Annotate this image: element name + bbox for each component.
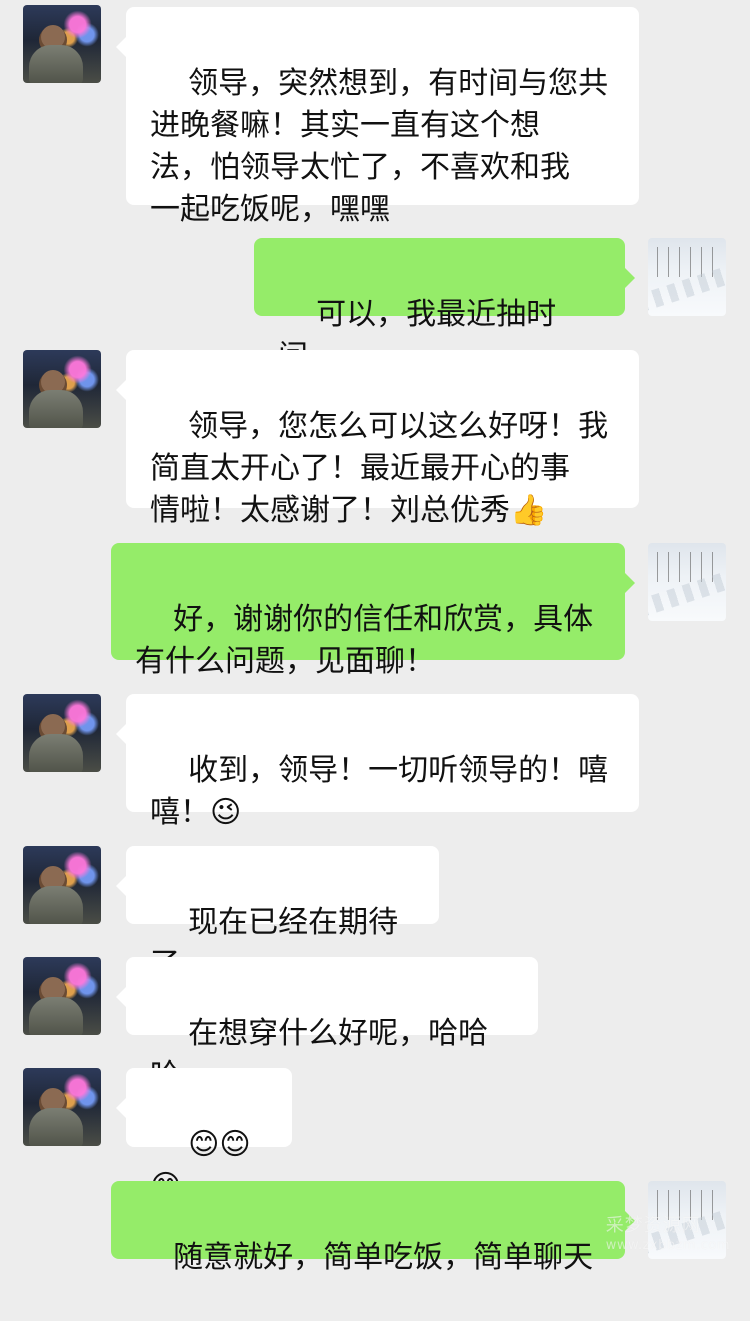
chat-thread: 领导，突然想到，有时间与您共 进晚餐嘛！其实一直有这个想 法，怕领导太忙了，不喜… [0, 0, 750, 1276]
contact-avatar[interactable] [23, 957, 101, 1035]
message-bubble-1[interactable]: 领导，突然想到，有时间与您共 进晚餐嘛！其实一直有这个想 法，怕领导太忙了，不喜… [116, 7, 639, 227]
site-watermark: 采梦资源网 www.zxbbzm.com [606, 1216, 730, 1256]
contact-avatar[interactable] [23, 5, 101, 83]
message-bubble-6[interactable]: 现在已经在期待了 [116, 846, 439, 982]
watermark-title: 采梦资源网 [605, 1215, 701, 1236]
message-bubble-8[interactable]: 😊😊😊 [116, 1068, 292, 1204]
contact-avatar[interactable] [23, 694, 101, 772]
watermark-url: www.zxbbzm.com [605, 1238, 730, 1253]
message-text-5: 收到，领导！一切听领导的！嘻 嘻！😉 [150, 753, 609, 830]
contact-avatar[interactable] [23, 350, 101, 428]
message-bubble-2[interactable]: 可以，我最近抽时间。 [254, 238, 635, 374]
contact-avatar[interactable] [23, 1068, 101, 1146]
message-text-3: 领导，您怎么可以这么好呀！我 简直太开心了！最近最开心的事 情啦！太感谢了！刘总… [150, 409, 609, 528]
message-bubble-7[interactable]: 在想穿什么好呢，哈哈哈 [116, 957, 538, 1093]
message-bubble-5[interactable]: 收到，领导！一切听领导的！嘻 嘻！😉 [116, 694, 639, 830]
message-bubble-9[interactable]: 随意就好，简单吃饭，简单聊天 [111, 1181, 635, 1275]
message-bubble-3[interactable]: 领导，您怎么可以这么好呀！我 简直太开心了！最近最开心的事 情啦！太感谢了！刘总… [116, 350, 639, 528]
self-avatar[interactable] [648, 238, 726, 316]
contact-avatar[interactable] [23, 846, 101, 924]
message-text-9: 随意就好，简单吃饭，简单聊天 [173, 1240, 594, 1275]
message-text-4: 好，谢谢你的信任和欣赏，具体 有什么问题，见面聊！ [135, 602, 594, 679]
message-text-1: 领导，突然想到，有时间与您共 进晚餐嘛！其实一直有这个想 法，怕领导太忙了，不喜… [150, 66, 609, 227]
message-bubble-4[interactable]: 好，谢谢你的信任和欣赏，具体 有什么问题，见面聊！ [111, 543, 635, 679]
self-avatar[interactable] [648, 543, 726, 621]
